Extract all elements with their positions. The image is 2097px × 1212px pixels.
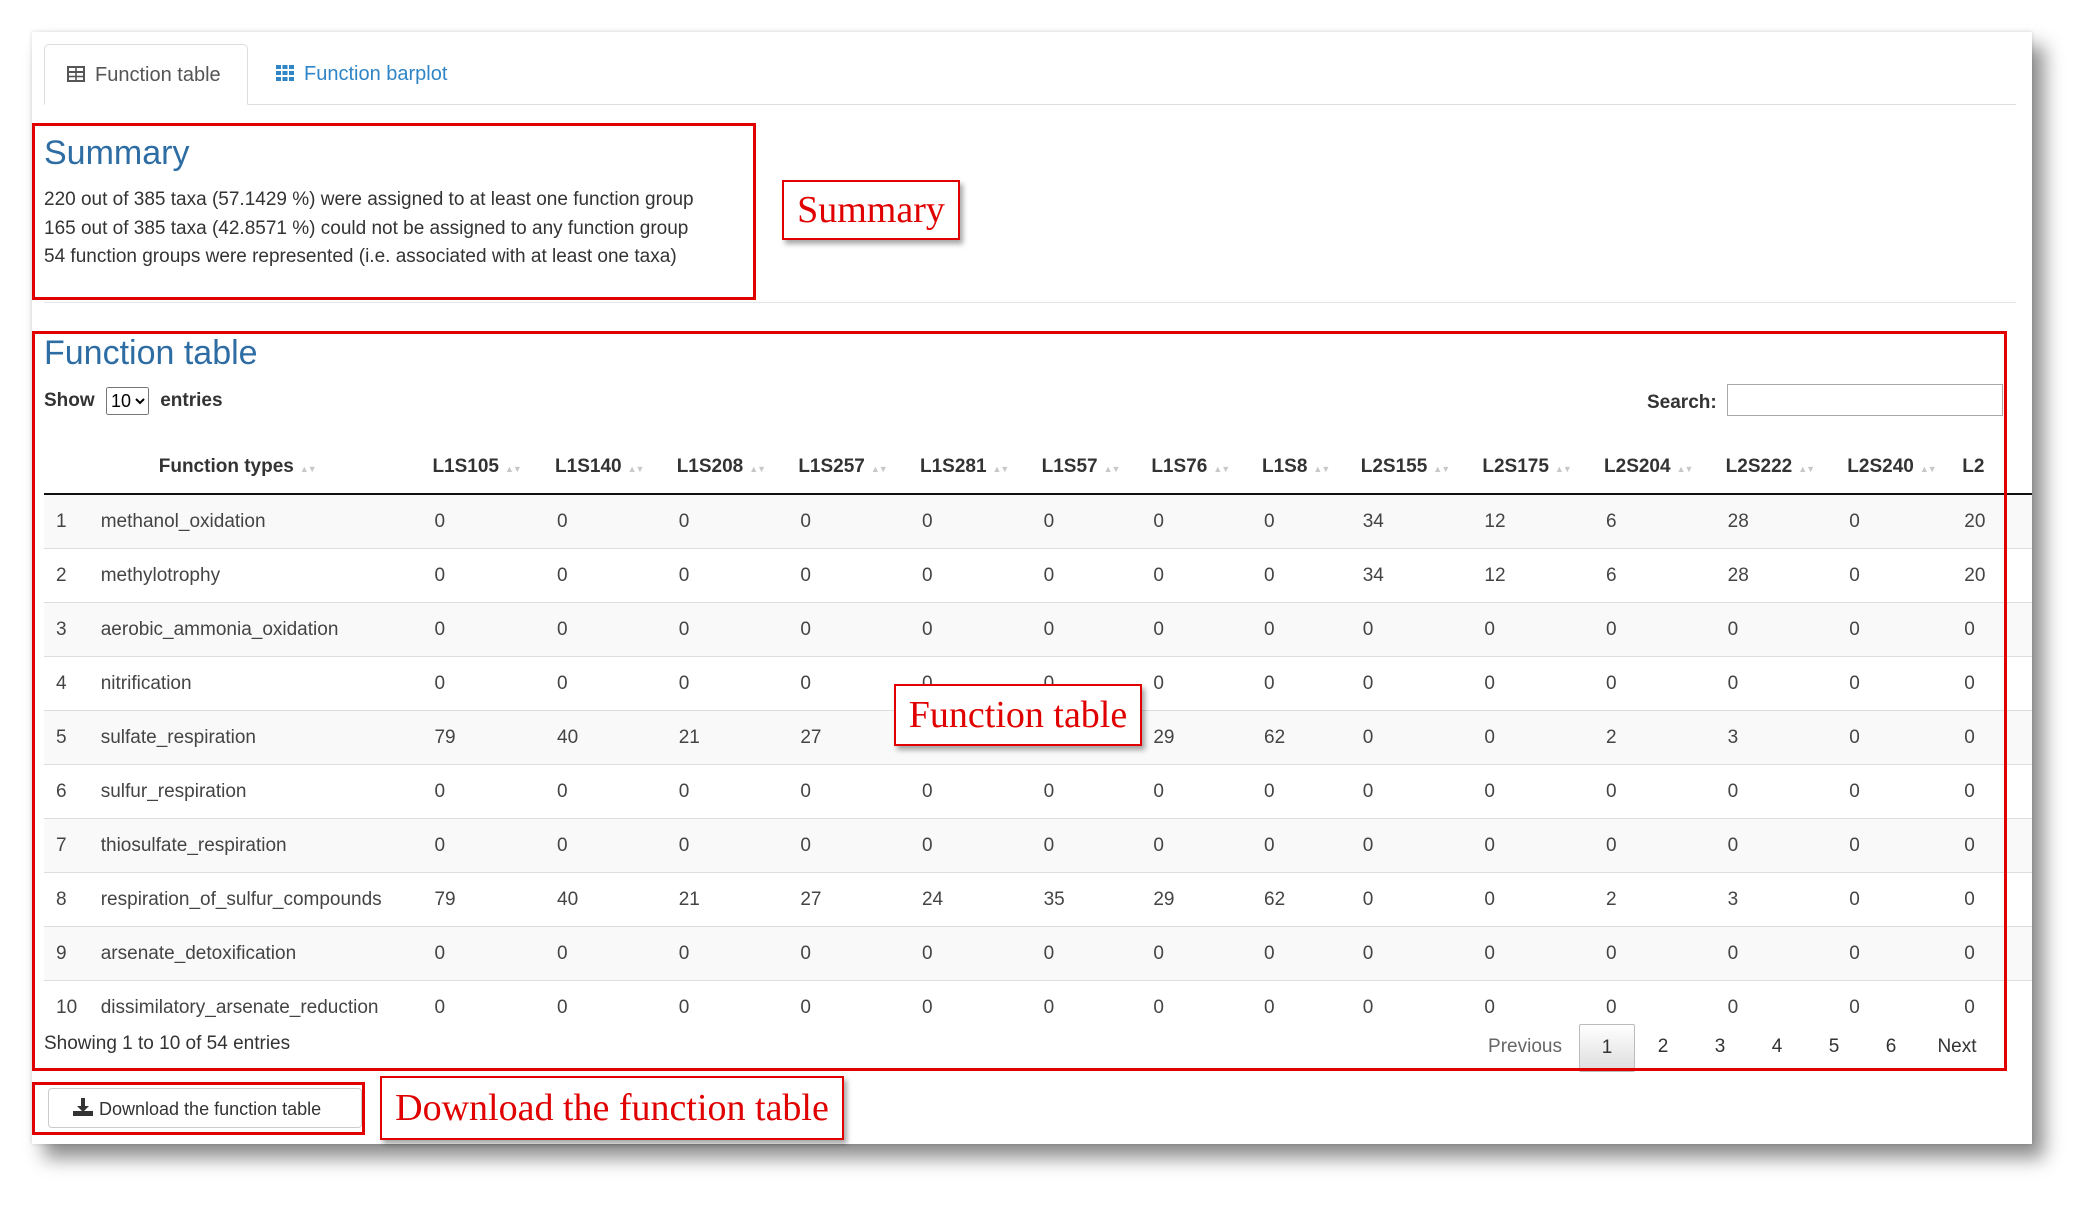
section-divider (44, 302, 2016, 303)
tab-bar: Function table Function barplot (44, 44, 2016, 105)
function-table-annotation-label: Function table (894, 684, 1142, 746)
tab-label: Function table (95, 64, 221, 86)
tab-label: Function barplot (304, 63, 448, 85)
table-icon (67, 46, 85, 106)
tab-function-barplot[interactable]: Function barplot (254, 44, 469, 104)
summary-annotation-label: Summary (782, 180, 960, 240)
download-annotation-label: Download the function table (380, 1076, 844, 1140)
download-highlight-box (32, 1082, 365, 1135)
tab-function-table[interactable]: Function table (44, 44, 248, 105)
grid-icon (276, 45, 294, 105)
summary-highlight-box (32, 123, 756, 300)
